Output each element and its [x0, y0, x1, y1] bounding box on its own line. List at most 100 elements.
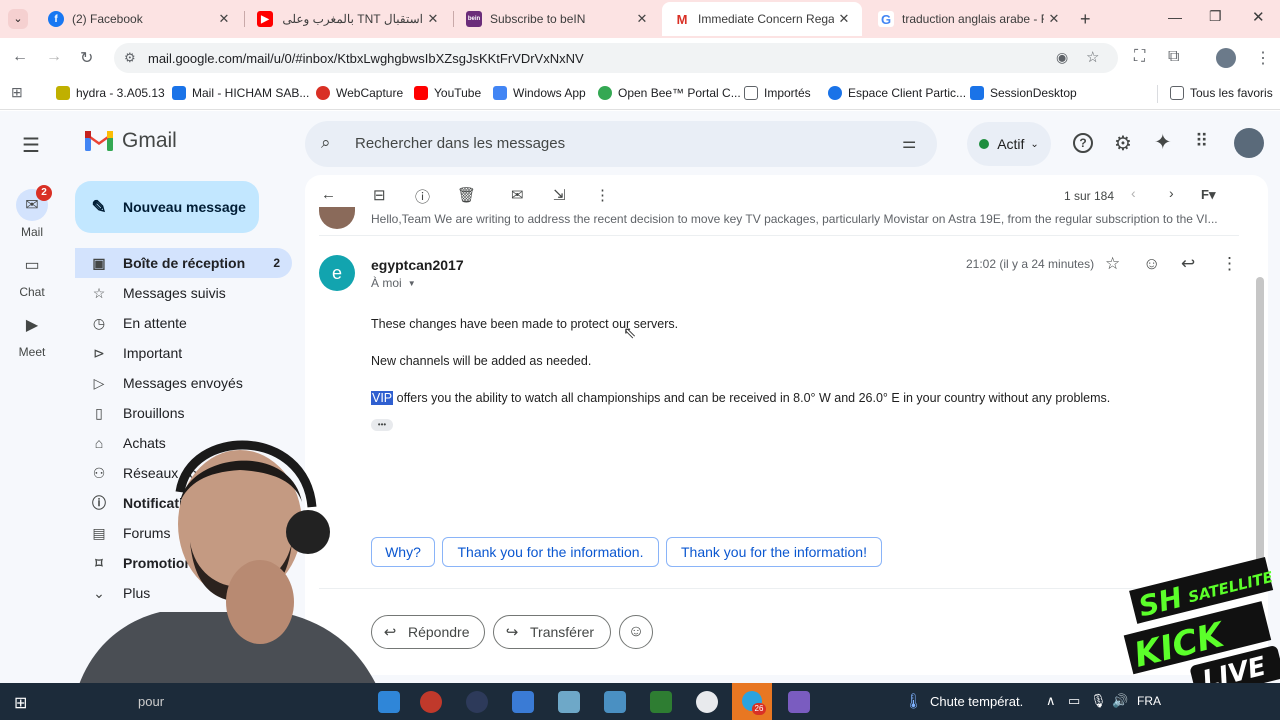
- bookmark-item[interactable]: YouTube: [414, 86, 481, 100]
- minimize-icon[interactable]: —: [1168, 9, 1182, 25]
- sender-name[interactable]: egyptcan2017: [371, 257, 464, 273]
- bookmark-item[interactable]: Open Bee™ Portal C...: [598, 86, 741, 100]
- address-bar[interactable]: ⚙ mail.google.com/mail/u/0/#inbox/KtbxLw…: [114, 43, 1118, 73]
- tab-close-icon[interactable]: ✕: [632, 11, 652, 27]
- more-vert-icon[interactable]: ⋮: [1255, 48, 1271, 68]
- close-window-icon[interactable]: ✕: [1252, 8, 1265, 26]
- google-apps-icon[interactable]: ⠿: [1195, 131, 1208, 152]
- reply-icon[interactable]: ↩: [1181, 254, 1195, 274]
- extensions-puzzle-icon[interactable]: ⧉: [1168, 48, 1179, 66]
- star-icon[interactable]: ☆: [1105, 254, 1120, 274]
- bookmark-item[interactable]: Windows App: [493, 86, 586, 100]
- all-bookmarks-folder[interactable]: Tous les favoris: [1170, 86, 1273, 100]
- bookmark-item[interactable]: Espace Client Partic...: [828, 86, 966, 100]
- forward-button[interactable]: ↪ Transférer: [493, 615, 611, 649]
- emoji-reaction-icon[interactable]: ☺: [1143, 254, 1160, 274]
- back-to-inbox-icon[interactable]: ←: [321, 186, 336, 203]
- newer-chevron-icon[interactable]: ‹: [1131, 185, 1136, 201]
- report-spam-icon[interactable]: ⓘ: [415, 186, 430, 207]
- screenshot-extension-icon[interactable]: ⛶: [1134, 48, 1145, 66]
- tab-bein[interactable]: bein Subscribe to beIN ✕: [454, 2, 660, 36]
- tab-facebook[interactable]: f (2) Facebook ✕: [36, 2, 242, 36]
- sidebar-item-draft[interactable]: ▯ Brouillons: [75, 398, 292, 428]
- input-language-indicator[interactable]: FRA: [1137, 694, 1161, 708]
- taskbar-search-box[interactable]: pour: [138, 694, 164, 709]
- sidebar-item-send[interactable]: ▷ Messages envoyés: [75, 368, 292, 398]
- calculator-icon[interactable]: [604, 691, 626, 713]
- sidebar-item-important[interactable]: ⊳ Important: [75, 338, 292, 368]
- tab-google-translate[interactable]: G traduction anglais arabe - R ✕: [866, 2, 1072, 36]
- new-tab-plus-icon[interactable]: +: [1080, 9, 1091, 30]
- archive-icon[interactable]: ⊟: [373, 186, 386, 204]
- input-tools-icon[interactable]: F▾: [1201, 187, 1215, 203]
- tab-close-icon[interactable]: ✕: [214, 11, 234, 27]
- app-icon[interactable]: [420, 691, 442, 713]
- tab-close-icon[interactable]: ✕: [834, 11, 854, 27]
- tab-gmail-active[interactable]: M Immediate Concern Regardi ✕: [662, 2, 862, 36]
- collapsed-message-snippet[interactable]: Hello,Team We are writing to address the…: [371, 212, 1241, 226]
- rail-meet[interactable]: ▶ Meet: [0, 309, 64, 359]
- apps-grid-icon[interactable]: ⊞: [11, 84, 23, 101]
- message-more-icon[interactable]: ⋮: [1221, 254, 1238, 274]
- search-bar[interactable]: ⌕ Rechercher dans les messages ⚌: [305, 121, 937, 167]
- chrome-icon[interactable]: [696, 691, 718, 713]
- add-reaction-button[interactable]: ☺: [619, 615, 653, 649]
- restore-icon[interactable]: ❐: [1209, 8, 1222, 25]
- microphone-icon[interactable]: 🎙: [1090, 693, 1107, 709]
- delete-icon[interactable]: 🗑: [457, 186, 476, 204]
- rail-mail[interactable]: ✉ 2 Mail: [0, 185, 64, 239]
- eye-icon[interactable]: ◉: [1056, 49, 1068, 66]
- telegram-task-highlight[interactable]: 26: [732, 683, 772, 720]
- more-actions-icon[interactable]: ⋮: [595, 186, 610, 204]
- older-chevron-icon[interactable]: ›: [1169, 185, 1174, 201]
- message-scrollbar[interactable]: [1256, 277, 1264, 567]
- rail-chat[interactable]: ▭ Chat: [0, 249, 64, 299]
- task-view-icon[interactable]: [378, 691, 400, 713]
- sidebar-item-clock[interactable]: ◷ En attente: [75, 308, 292, 338]
- tab-label: Immediate Concern Regardi: [698, 12, 834, 26]
- url-text[interactable]: mail.google.com/mail/u/0/#inbox/KtbxLwgh…: [148, 51, 584, 66]
- app-icon[interactable]: [788, 691, 810, 713]
- tab-search-button[interactable]: ⌄: [8, 9, 28, 29]
- sidebar-item-inbox[interactable]: ▣ Boîte de réception 2: [75, 248, 292, 278]
- search-icon[interactable]: ⌕: [321, 133, 331, 153]
- forward-arrow-icon[interactable]: →: [46, 48, 62, 66]
- account-avatar[interactable]: [1234, 128, 1264, 158]
- sidebar-item-star[interactable]: ☆ Messages suivis: [75, 278, 292, 308]
- smart-reply-chip[interactable]: Thank you for the information.: [442, 537, 659, 567]
- tab-close-icon[interactable]: ✕: [1044, 11, 1064, 27]
- profile-avatar[interactable]: [1216, 48, 1236, 68]
- show-trimmed-content-button[interactable]: •••: [371, 419, 393, 431]
- move-to-icon[interactable]: ⇲: [553, 186, 566, 204]
- back-arrow-icon[interactable]: ←: [12, 48, 28, 66]
- windows-start-icon[interactable]: ⊞: [14, 693, 27, 713]
- reload-icon[interactable]: ↻: [80, 48, 93, 68]
- gemini-sparkle-icon[interactable]: ✦: [1154, 130, 1172, 155]
- app-icon[interactable]: [512, 691, 534, 713]
- network-icon[interactable]: ▭: [1068, 693, 1080, 709]
- smart-reply-chip[interactable]: Thank you for the information!: [666, 537, 882, 567]
- app-icon[interactable]: [466, 691, 488, 713]
- weather-text[interactable]: Chute températ.: [930, 694, 1023, 709]
- tab-youtube[interactable]: ▶ استقبال TNT بالمغرب وعلى ال ✕: [245, 2, 451, 36]
- search-filters-icon[interactable]: ⚌: [902, 133, 916, 153]
- bookmark-item[interactable]: Mail - HICHAM SAB...: [172, 86, 309, 100]
- site-settings-icon[interactable]: ⚙: [124, 50, 136, 66]
- bookmark-star-icon[interactable]: ☆: [1086, 48, 1099, 66]
- tab-close-icon[interactable]: ✕: [423, 11, 443, 27]
- help-icon[interactable]: ?: [1073, 133, 1093, 153]
- app-icon[interactable]: [650, 691, 672, 713]
- search-input[interactable]: Rechercher dans les messages: [355, 135, 565, 152]
- bookmark-item[interactable]: SessionDesktop: [970, 86, 1077, 100]
- tray-chevron-up-icon[interactable]: ∧: [1046, 693, 1056, 709]
- bookmark-item[interactable]: hydra - 3.A05.13: [56, 86, 165, 100]
- bookmark-item[interactable]: WebCapture: [316, 86, 403, 100]
- recipient-line[interactable]: À moi ▼: [371, 276, 416, 290]
- settings-gear-icon[interactable]: ⚙: [1114, 131, 1132, 156]
- volume-icon[interactable]: 🔊: [1112, 693, 1128, 709]
- status-selector[interactable]: Actif ⌄: [967, 122, 1051, 166]
- bookmark-folder[interactable]: Importés: [744, 86, 811, 100]
- sender-avatar[interactable]: e: [319, 255, 355, 291]
- mark-unread-icon[interactable]: ✉: [511, 186, 524, 204]
- app-icon[interactable]: [558, 691, 580, 713]
